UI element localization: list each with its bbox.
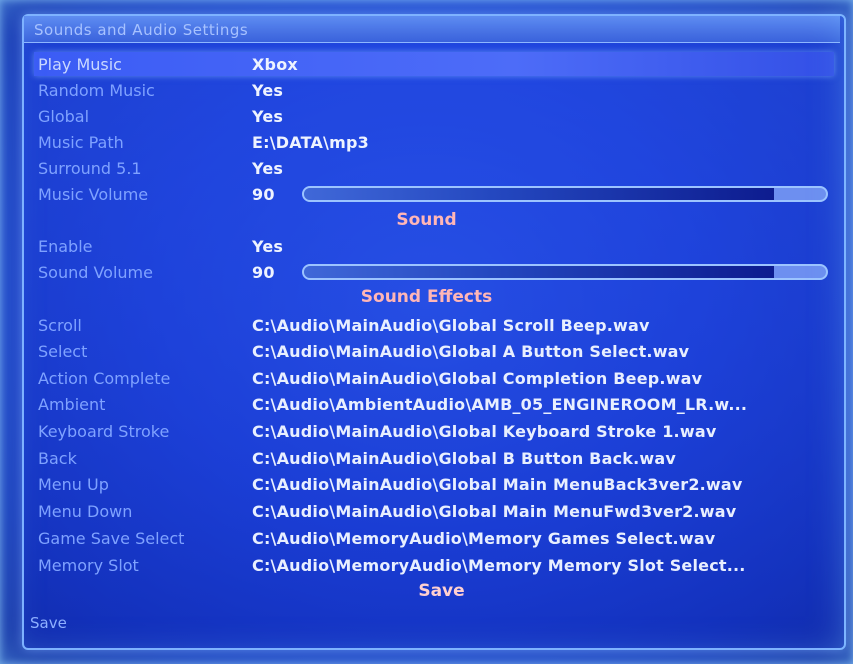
setting-value: Yes <box>252 107 284 126</box>
setting-label: Scroll <box>38 316 82 335</box>
setting-value: 90 <box>252 263 275 282</box>
setting-value: Xbox <box>252 55 298 74</box>
setting-label: Back <box>38 449 77 468</box>
setting-label: Surround 5.1 <box>38 159 142 178</box>
file-path: C:\Audio\MainAudio\Global Main MenuFwd3v… <box>252 502 737 521</box>
file-path: C:\Audio\MainAudio\Global Main MenuBack3… <box>252 475 743 494</box>
file-path: C:\Audio\MemoryAudio\Memory Memory Slot … <box>252 556 746 575</box>
file-path: C:\Audio\MainAudio\Global Keyboard Strok… <box>252 422 717 441</box>
setting-label: Game Save Select <box>38 529 185 548</box>
slider-fill <box>304 188 774 200</box>
effect-row-menu-down[interactable]: Menu Down C:\Audio\MainAudio\Global Main… <box>34 499 834 523</box>
setting-label: Random Music <box>38 81 155 100</box>
file-path: C:\Audio\MainAudio\Global B Button Back.… <box>252 449 676 468</box>
setting-value: Yes <box>252 237 284 256</box>
file-path: C:\Audio\MemoryAudio\Memory Games Select… <box>252 529 716 548</box>
music-volume-slider[interactable] <box>302 186 828 202</box>
section-header-sound-effects: Sound Effects <box>360 287 493 307</box>
effect-row-ambient[interactable]: Ambient C:\Audio\AmbientAudio\AMB_05_ENG… <box>34 392 834 416</box>
setting-label: Menu Down <box>38 502 133 521</box>
setting-value: Yes <box>252 159 284 178</box>
setting-row-music-volume[interactable]: Music Volume 90 <box>34 182 834 206</box>
setting-label: Global <box>38 107 90 126</box>
section-header-sound: Sound <box>396 210 457 230</box>
effect-row-scroll[interactable]: Scroll C:\Audio\MainAudio\Global Scroll … <box>34 313 834 337</box>
setting-label: Keyboard Stroke <box>38 422 170 441</box>
setting-label: Sound Volume <box>38 263 153 282</box>
setting-label: Enable <box>38 237 93 256</box>
setting-value: 90 <box>252 185 275 204</box>
setting-row-music-path[interactable]: Music Path E:\DATA\mp3 <box>34 130 834 154</box>
setting-label: Memory Slot <box>38 556 139 575</box>
slider-fill <box>304 266 774 278</box>
setting-label: Select <box>38 342 88 361</box>
effect-row-memory-slot[interactable]: Memory Slot C:\Audio\MemoryAudio\Memory … <box>34 553 834 577</box>
setting-row-random-music[interactable]: Random Music Yes <box>34 78 834 102</box>
setting-row-global[interactable]: Global Yes <box>34 104 834 128</box>
setting-label: Music Path <box>38 133 124 152</box>
save-button[interactable]: Save <box>0 581 853 601</box>
effect-row-select[interactable]: Select C:\Audio\MainAudio\Global A Butto… <box>34 339 834 363</box>
setting-label: Menu Up <box>38 475 109 494</box>
setting-row-play-music[interactable]: Play Music Xbox <box>34 52 834 76</box>
file-path: C:\Audio\MainAudio\Global Completion Bee… <box>252 369 703 388</box>
footer-status: Save <box>30 614 67 632</box>
file-path: C:\Audio\MainAudio\Global A Button Selec… <box>252 342 690 361</box>
setting-label: Music Volume <box>38 185 149 204</box>
file-path: C:\Audio\MainAudio\Global Scroll Beep.wa… <box>252 316 650 335</box>
effect-row-keyboard-stroke[interactable]: Keyboard Stroke C:\Audio\MainAudio\Globa… <box>34 419 834 443</box>
effect-row-action-complete[interactable]: Action Complete C:\Audio\MainAudio\Globa… <box>34 366 834 390</box>
effect-row-game-save-select[interactable]: Game Save Select C:\Audio\MemoryAudio\Me… <box>34 526 834 550</box>
file-path: C:\Audio\AmbientAudio\AMB_05_ENGINEROOM_… <box>252 395 748 414</box>
setting-row-enable[interactable]: Enable Yes <box>34 234 834 258</box>
effect-row-menu-up[interactable]: Menu Up C:\Audio\MainAudio\Global Main M… <box>34 472 834 496</box>
effect-row-back[interactable]: Back C:\Audio\MainAudio\Global B Button … <box>34 446 834 470</box>
setting-label: Ambient <box>38 395 106 414</box>
setting-label: Play Music <box>38 55 122 74</box>
sound-volume-slider[interactable] <box>302 264 828 280</box>
setting-row-surround[interactable]: Surround 5.1 Yes <box>34 156 834 180</box>
setting-value: Yes <box>252 81 284 100</box>
page-title: Sounds and Audio Settings <box>34 21 249 39</box>
setting-label: Action Complete <box>38 369 171 388</box>
setting-value: E:\DATA\mp3 <box>252 133 369 152</box>
setting-row-sound-volume[interactable]: Sound Volume 90 <box>34 260 834 284</box>
